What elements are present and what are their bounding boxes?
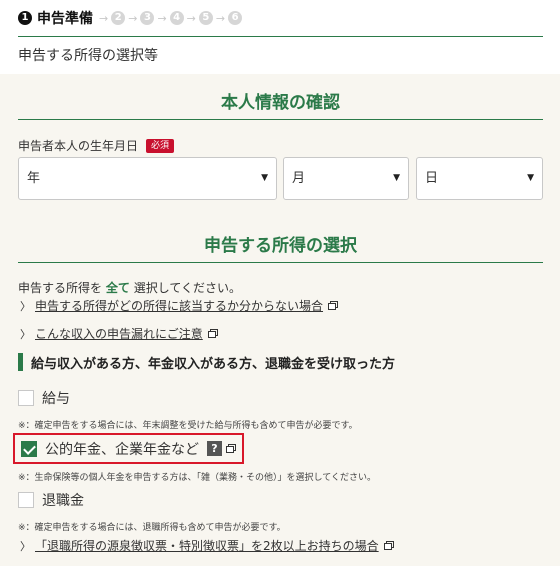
chevron-right-icon: 〉 <box>20 299 31 313</box>
step-1-indicator: 1 <box>18 11 32 25</box>
pension-checkbox[interactable]: 公的年金、企業年金など ? <box>13 433 244 464</box>
retirement-allowance-checkbox[interactable]: 退職金 <box>18 490 84 510</box>
birth-month-value: 月 <box>292 171 306 186</box>
retirement-note: ※：確定申告をする場合には、退職所得も含めて申告が必要です。 <box>18 523 286 533</box>
step-arrow-icon: → <box>99 11 109 25</box>
intro-text-after: 選択してください。 <box>133 281 241 295</box>
external-window-icon[interactable] <box>226 441 236 457</box>
step-arrow-icon: → <box>157 11 167 25</box>
progress-stepper: 1 申告準備 → 2 → 3 → 4 → 5 → 6 <box>18 8 243 28</box>
chevron-right-icon: 〉 <box>20 327 31 341</box>
external-window-icon <box>328 299 339 313</box>
caret-down-icon: ▼ <box>527 173 534 183</box>
required-badge: 必須 <box>146 138 175 153</box>
caret-down-icon: ▼ <box>261 173 268 183</box>
link-text: 「退職所得の源泉徴収票・特別徴収票」を2枚以上お持ちの場合 <box>35 539 379 553</box>
checkbox-unchecked[interactable] <box>18 390 34 406</box>
step-4-indicator: 4 <box>169 11 184 25</box>
retirement-label: 退職金 <box>42 493 84 509</box>
birthdate-label-text: 申告者本人の生年月日 <box>18 139 139 153</box>
birthdate-field-label: 申告者本人の生年月日 必須 <box>18 137 175 154</box>
intro-text-before: 申告する所得を <box>18 281 103 295</box>
multiple-withholding-slips-link[interactable]: 〉 「退職所得の源泉徴収票・特別徴収票」を2枚以上お持ちの場合 <box>20 537 394 554</box>
chevron-right-icon: 〉 <box>20 539 31 553</box>
step-5-indicator: 5 <box>198 11 213 25</box>
header-divider <box>18 36 543 37</box>
link-text: 申告する所得がどの所得に該当するか分からない場合 <box>35 299 324 313</box>
step-arrow-icon: → <box>128 11 138 25</box>
income-instructions: 申告する所得を 全て 選択してください。 <box>18 279 241 296</box>
step-arrow-icon: → <box>186 11 196 25</box>
pension-label: 公的年金、企業年金など <box>45 441 199 458</box>
caret-down-icon: ▼ <box>393 173 400 183</box>
income-selection-heading: 申告する所得の選択 <box>18 233 543 263</box>
checkbox-checked[interactable] <box>21 440 37 457</box>
birth-year-select[interactable]: 年 ▼ <box>18 157 277 200</box>
birth-month-select[interactable]: 月 ▼ <box>283 157 409 200</box>
salary-checkbox[interactable]: 給与 <box>18 388 70 408</box>
checkbox-unchecked[interactable] <box>18 492 34 508</box>
income-category-help-link[interactable]: 〉 申告する所得がどの所得に該当するか分からない場合 <box>20 297 339 314</box>
step-3-indicator: 3 <box>140 11 155 25</box>
subheading-text: 給与収入がある方、年金収入がある方、退職金を受け取った方 <box>31 356 396 372</box>
intro-emphasis: 全て <box>105 281 130 295</box>
birth-day-select[interactable]: 日 ▼ <box>416 157 543 200</box>
birth-day-value: 日 <box>425 171 439 186</box>
link-text: こんな収入の申告漏れにご注意 <box>35 327 203 341</box>
unreported-income-warning-link[interactable]: 〉 こんな収入の申告漏れにご注意 <box>20 325 218 342</box>
pension-note: ※：生命保険等の個人年金を申告する方は、「雑（業務・その他）」を選択してください… <box>18 473 377 483</box>
subheading-accent-bar <box>18 353 23 371</box>
step-1-label: 申告準備 <box>37 11 93 27</box>
external-window-icon <box>383 539 394 553</box>
salary-note: ※：確定申告をする場合には、年末調整を受けた給与所得も含めて申告が必要です。 <box>18 421 358 431</box>
birth-year-value: 年 <box>27 171 41 186</box>
salary-label: 給与 <box>42 391 70 407</box>
employment-pension-subheading: 給与収入がある方、年金収入がある方、退職金を受け取った方 <box>18 353 396 372</box>
page-subtitle: 申告する所得の選択等 <box>18 48 158 64</box>
personal-info-heading: 本人情報の確認 <box>18 90 543 120</box>
step-6-indicator: 6 <box>228 11 243 25</box>
external-window-icon <box>207 327 218 341</box>
step-arrow-icon: → <box>215 11 226 25</box>
step-2-indicator: 2 <box>111 11 126 25</box>
help-icon[interactable]: ? <box>207 441 222 456</box>
